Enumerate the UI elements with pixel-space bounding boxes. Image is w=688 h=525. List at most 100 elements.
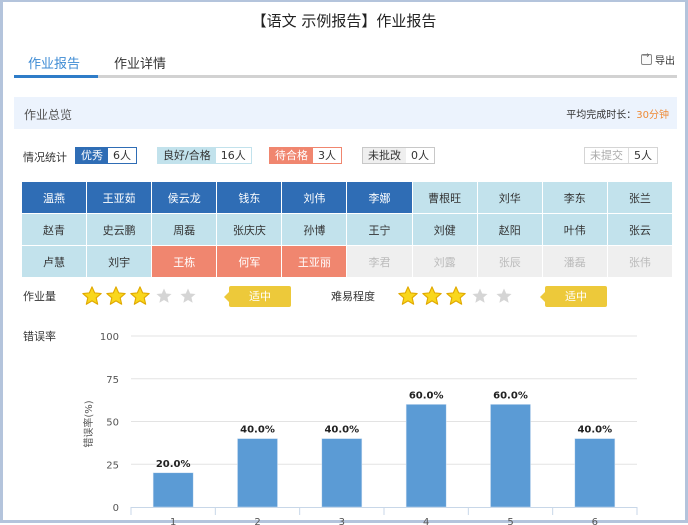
student-cell[interactable]: 叶伟 bbox=[542, 214, 607, 245]
student-cell[interactable]: 王栋 bbox=[152, 246, 217, 277]
student-cell[interactable]: 张庆庆 bbox=[217, 214, 282, 245]
error-rate-chart: 错误率(%) 0 25 50 75 100 20.0% 1 40.0% 2 40.0% 3 60.0%… bbox=[82, 332, 638, 525]
student-cell[interactable]: 李娜 bbox=[347, 182, 412, 213]
student-cell[interactable]: 何军 bbox=[217, 246, 282, 277]
workload-label: 作业量 bbox=[23, 290, 56, 303]
y-tick-label: 50 bbox=[106, 418, 119, 429]
star-filled-icon bbox=[82, 286, 102, 305]
student-cell[interactable]: 刘华 bbox=[477, 182, 542, 213]
badge-unsubmitted[interactable]: 未提交 5人 bbox=[584, 147, 658, 164]
x-tick-label: 5 bbox=[507, 517, 513, 525]
bar-data-label: 40.0% bbox=[240, 425, 275, 436]
badge-fail-name: 待合格 bbox=[270, 148, 313, 163]
badge-fail[interactable]: 待合格 3人 bbox=[269, 147, 342, 164]
student-cell[interactable]: 王宁 bbox=[347, 214, 412, 245]
tab-bar: 作业报告 作业详情 导出 bbox=[14, 50, 677, 78]
student-cell[interactable]: 李东 bbox=[542, 182, 607, 213]
export-icon bbox=[641, 51, 652, 65]
student-cell[interactable]: 李君 bbox=[347, 246, 412, 277]
workload-tag: 适中 bbox=[224, 285, 291, 307]
difficulty-label: 难易程度 bbox=[331, 290, 375, 303]
badge-ungraded[interactable]: 未批改 0人 bbox=[362, 147, 435, 164]
stats-label: 情况统计 bbox=[23, 151, 67, 164]
star-filled-icon bbox=[130, 286, 150, 305]
badge-fail-count: 3人 bbox=[313, 148, 341, 163]
active-tab-indicator bbox=[14, 75, 98, 78]
student-cell[interactable]: 刘健 bbox=[412, 214, 477, 245]
bar bbox=[574, 438, 616, 508]
badge-ungraded-count: 0人 bbox=[406, 148, 434, 163]
student-cell[interactable]: 史云鹏 bbox=[87, 214, 152, 245]
y-tick-label: 0 bbox=[113, 503, 119, 514]
student-cell[interactable]: 侯云龙 bbox=[152, 182, 217, 213]
student-row: 卢慧 刘宇 王栋 何军 王亚丽 李君 刘露 张辰 潘磊 张伟 bbox=[22, 246, 672, 277]
star-filled-icon bbox=[422, 286, 442, 305]
student-cell[interactable]: 刘露 bbox=[412, 246, 477, 277]
x-tick-label: 3 bbox=[339, 517, 345, 525]
student-cell[interactable]: 王亚茹 bbox=[87, 182, 152, 213]
bar bbox=[321, 438, 363, 508]
y-tick-label: 25 bbox=[106, 460, 119, 471]
stats-row: 情况统计 优秀 6人 良好/合格 16人 待合格 3人 未批改 0人 未提交 5… bbox=[23, 147, 665, 165]
avg-duration-label: 平均完成时长： bbox=[566, 110, 637, 121]
overview-bar: 作业总览 平均完成时长：30分钟 bbox=[14, 97, 677, 129]
star-empty-icon bbox=[472, 288, 488, 303]
student-cell[interactable]: 张辰 bbox=[477, 246, 542, 277]
y-tick-label: 75 bbox=[106, 375, 119, 386]
report-window: 【语文 示例报告】作业报告 作业报告 作业详情 导出 作业总览 平均完成时长：3… bbox=[0, 0, 688, 525]
y-tick-label: 100 bbox=[100, 332, 119, 343]
student-cell[interactable]: 张伟 bbox=[607, 246, 672, 277]
export-label: 导出 bbox=[655, 56, 675, 67]
overview-label: 作业总览 bbox=[24, 108, 73, 122]
badge-good-name: 良好/合格 bbox=[158, 148, 216, 163]
badge-unsubmitted-count: 5人 bbox=[629, 148, 657, 163]
star-filled-icon bbox=[106, 286, 126, 305]
student-cell[interactable]: 温燕 bbox=[22, 182, 87, 213]
y-axis-label: 错误率(%) bbox=[82, 400, 95, 447]
x-tick-label: 1 bbox=[170, 517, 176, 525]
star-empty-icon bbox=[156, 288, 172, 303]
student-cell[interactable]: 赵青 bbox=[22, 214, 87, 245]
student-cell[interactable]: 孙博 bbox=[282, 214, 347, 245]
badge-excellent-name: 优秀 bbox=[76, 148, 108, 163]
export-button[interactable]: 导出 bbox=[641, 51, 675, 67]
bar-data-label: 40.0% bbox=[324, 425, 359, 436]
x-tick-label: 6 bbox=[592, 517, 598, 525]
bar-data-label: 20.0% bbox=[156, 459, 191, 470]
x-tick-label: 4 bbox=[423, 517, 429, 525]
student-cell[interactable]: 张兰 bbox=[607, 182, 672, 213]
badge-good[interactable]: 良好/合格 16人 bbox=[157, 147, 252, 164]
badge-excellent[interactable]: 优秀 6人 bbox=[75, 147, 137, 164]
bar-data-label: 60.0% bbox=[493, 390, 528, 401]
x-tick-label: 2 bbox=[254, 517, 260, 525]
student-row: 温燕 王亚茹 侯云龙 钱东 刘伟 李娜 曹根旺 刘华 李东 张兰 bbox=[22, 182, 672, 213]
tab-details[interactable]: 作业详情 bbox=[114, 53, 166, 72]
student-cell[interactable]: 曹根旺 bbox=[412, 182, 477, 213]
bar-data-label: 40.0% bbox=[577, 425, 612, 436]
student-cell[interactable]: 钱东 bbox=[217, 182, 282, 213]
star-empty-icon bbox=[180, 288, 196, 303]
difficulty-tag: 适中 bbox=[540, 285, 607, 307]
badge-excellent-count: 6人 bbox=[108, 148, 136, 163]
student-cell[interactable]: 赵阳 bbox=[477, 214, 542, 245]
student-cell[interactable]: 卢慧 bbox=[22, 246, 87, 277]
student-grid: 温燕 王亚茹 侯云龙 钱东 刘伟 李娜 曹根旺 刘华 李东 张兰 赵青 史云鹏 周磊 张庆庆 孙博 王宁 刘健赵… bbox=[22, 182, 672, 278]
student-cell[interactable]: 张云 bbox=[607, 214, 672, 245]
star-filled-icon bbox=[398, 286, 418, 305]
bar bbox=[490, 404, 531, 508]
workload-rating: 作业量 适中 bbox=[23, 285, 291, 307]
badge-unsubmitted-name: 未提交 bbox=[585, 148, 629, 163]
student-cell[interactable]: 刘伟 bbox=[282, 182, 347, 213]
student-cell[interactable]: 潘磊 bbox=[542, 246, 607, 277]
student-cell[interactable]: 王亚丽 bbox=[282, 246, 347, 277]
workload-stars bbox=[81, 285, 199, 307]
page-title: 【语文 示例报告】作业报告 bbox=[251, 12, 437, 30]
tab-report[interactable]: 作业报告 bbox=[28, 53, 80, 72]
student-cell[interactable]: 周磊 bbox=[152, 214, 217, 245]
student-cell[interactable]: 刘宇 bbox=[87, 246, 152, 277]
avg-duration-value: 30分钟 bbox=[636, 110, 669, 121]
badge-good-count: 16人 bbox=[215, 148, 251, 163]
difficulty-stars bbox=[397, 285, 515, 307]
bar bbox=[237, 438, 278, 508]
bar-data-label: 60.0% bbox=[409, 390, 444, 401]
